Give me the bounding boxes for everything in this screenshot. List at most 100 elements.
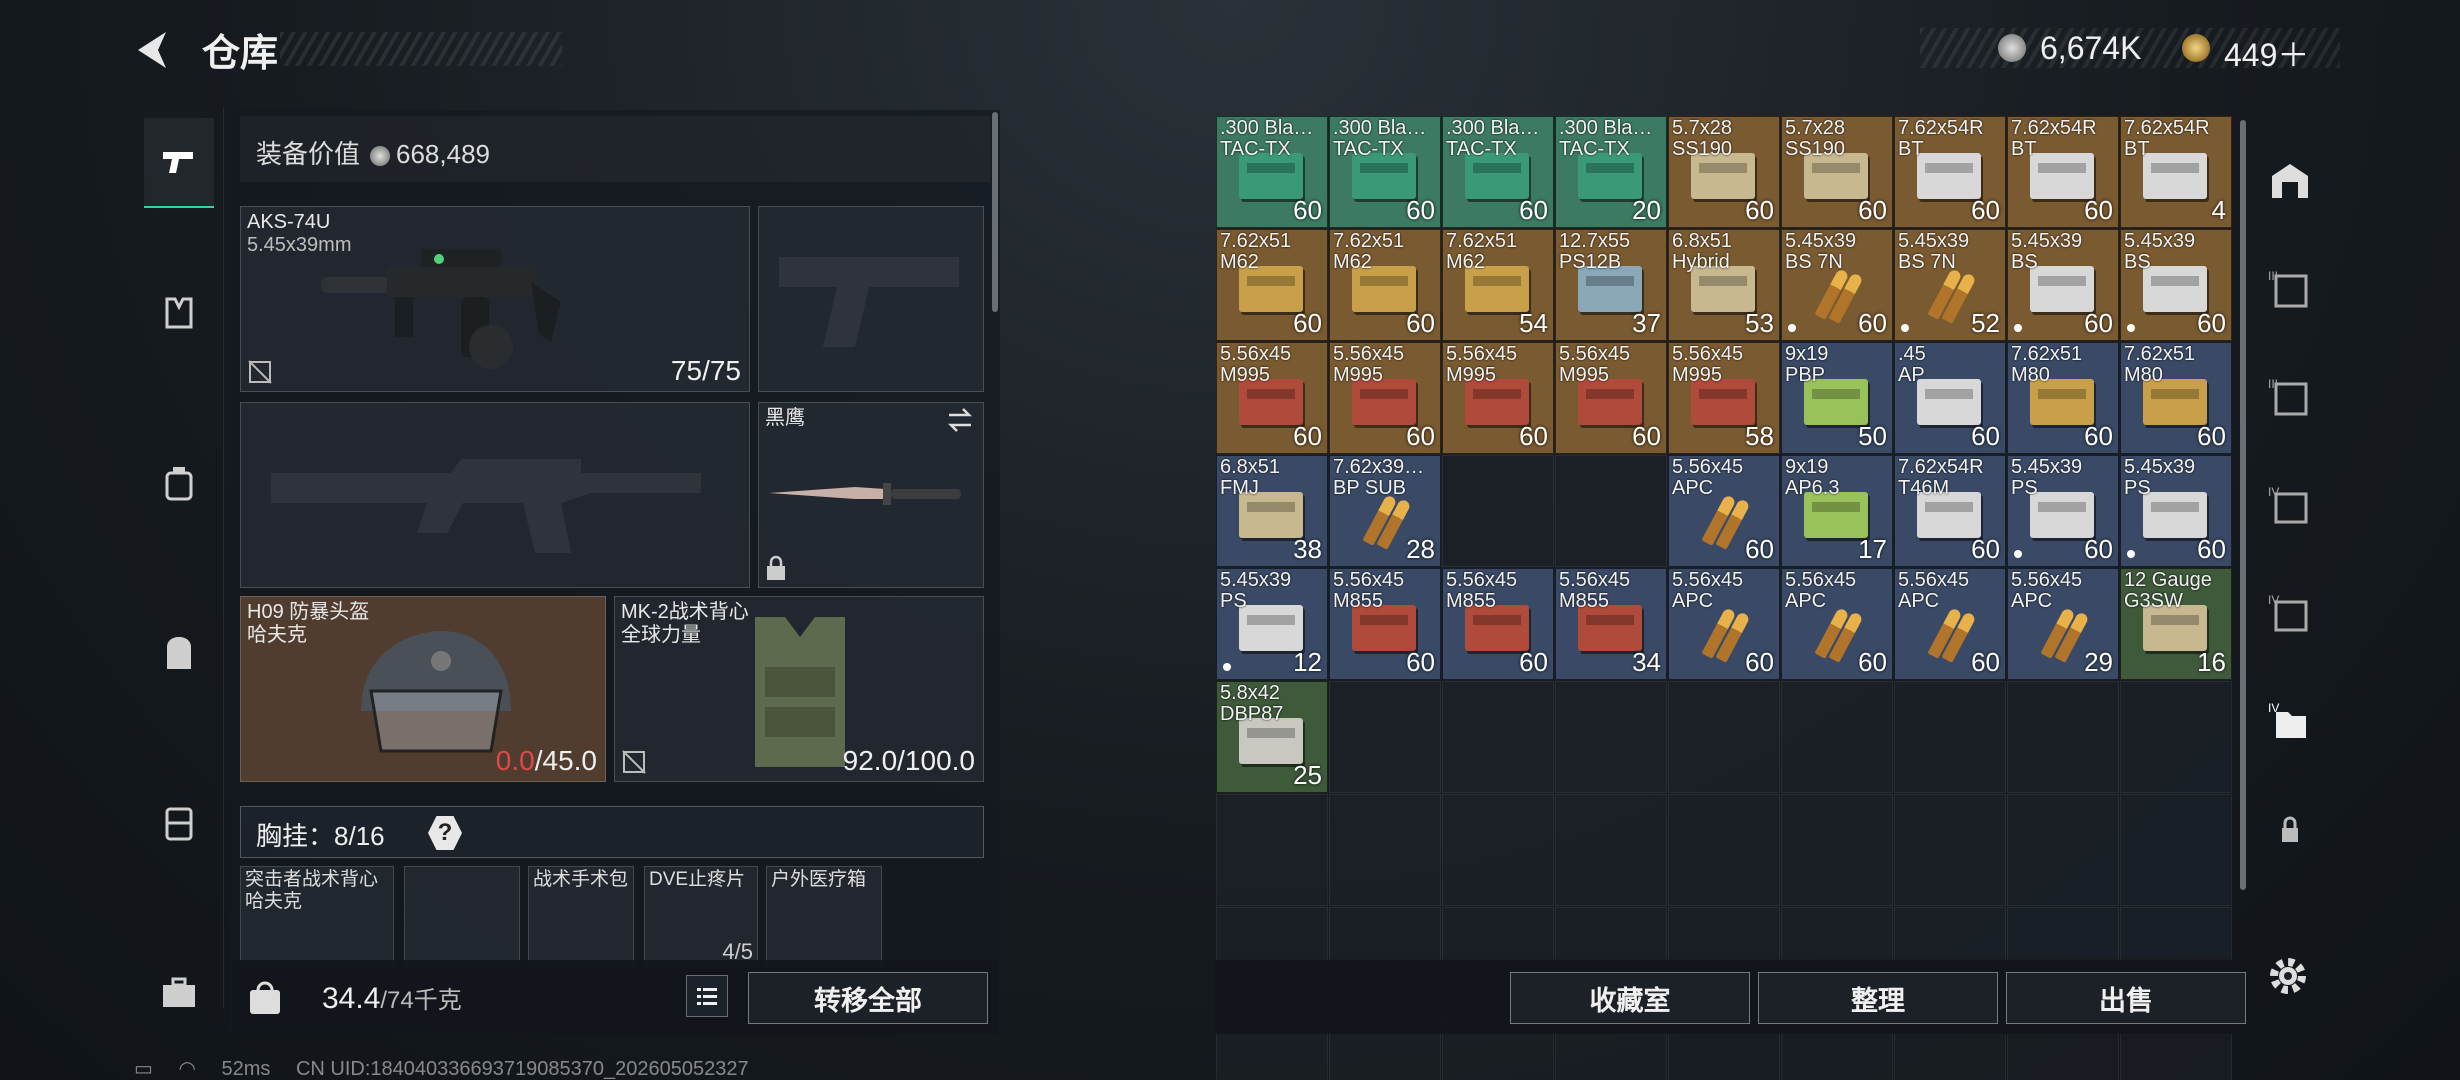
rig-slot-surgical-kit[interactable]: 战术手术包 — [528, 866, 634, 966]
stash-item-name: 7.62x51 M62 — [1333, 230, 1405, 273]
rnav-storage-4b[interactable]: IV — [2258, 582, 2322, 646]
slot-body-armor[interactable]: MK-2战术背心 全球力量 92.0/100.0 — [614, 596, 984, 782]
list-view-button[interactable] — [686, 975, 728, 1017]
stash-item[interactable]: 7.62x39… BP SUB 28 — [1329, 455, 1441, 567]
stash-empty-cell[interactable] — [1894, 681, 2006, 793]
rig-slot-vest[interactable]: 突击者战术背心 哈夫克 — [240, 866, 394, 966]
stash-item[interactable]: 9x19 PBP 50 — [1781, 342, 1893, 454]
rnav-storage-3[interactable]: III — [2258, 258, 2322, 322]
stash-empty-cell[interactable] — [1442, 455, 1554, 567]
stash-item[interactable]: 5.45x39 PS 60 — [2007, 455, 2119, 567]
stash-item[interactable]: 5.7x28 SS190 60 — [1781, 116, 1893, 228]
stash-empty-cell[interactable] — [1668, 681, 1780, 793]
stash-item[interactable]: .300 Bla… TAC-TX 60 — [1442, 116, 1554, 228]
nav-weapons[interactable] — [144, 118, 214, 208]
stash-item[interactable]: 12 Gauge G3SW 16 — [2120, 568, 2232, 680]
rig-slot-medkit[interactable]: 户外医疗箱 — [766, 866, 882, 966]
stash-item[interactable]: 5.45x39 BS 60 — [2120, 229, 2232, 341]
stash-item[interactable]: .45 AP 60 — [1894, 342, 2006, 454]
rnav-stash-home[interactable] — [2258, 150, 2322, 214]
stash-item[interactable]: 7.62x54R BT 60 — [2007, 116, 2119, 228]
stash-item[interactable]: 5.45x39 BS 7N 52 — [1894, 229, 2006, 341]
stash-item[interactable]: 9x19 AP6.3 17 — [1781, 455, 1893, 567]
stash-empty-cell[interactable] — [1329, 681, 1441, 793]
stash-empty-cell[interactable] — [2120, 794, 2232, 906]
stash-item[interactable]: .300 Bla… TAC-TX 60 — [1216, 116, 1328, 228]
stash-item[interactable]: 5.56x45 M995 60 — [1555, 342, 1667, 454]
stash-item[interactable]: 5.56x45 APC 29 — [2007, 568, 2119, 680]
stash-item[interactable]: 12.7x55 PS12B 37 — [1555, 229, 1667, 341]
stash-item[interactable]: 5.56x45 M995 58 — [1668, 342, 1780, 454]
stash-empty-cell[interactable] — [1216, 794, 1328, 906]
nav-toolbox[interactable] — [144, 948, 214, 1038]
slot-pistol[interactable] — [758, 206, 984, 392]
stash-item[interactable]: 7.62x54R BT 4 — [2120, 116, 2232, 228]
nav-armor[interactable] — [144, 438, 214, 528]
stash-item[interactable]: .300 Bla… TAC-TX 20 — [1555, 116, 1667, 228]
stash-item[interactable]: 6.8x51 Hybrid 53 — [1668, 229, 1780, 341]
nav-backpack[interactable] — [144, 608, 214, 698]
collection-room-button[interactable]: 收藏室 — [1510, 972, 1750, 1024]
slot-primary-weapon[interactable]: AKS-74U 5.45x39mm 75/75 — [240, 206, 750, 392]
stash-item[interactable]: 5.56x45 M995 60 — [1216, 342, 1328, 454]
settings-gear-icon[interactable] — [2264, 952, 2312, 1000]
transfer-all-button[interactable]: 转移全部 — [748, 972, 988, 1024]
stash-item[interactable]: 5.56x45 M995 60 — [1329, 342, 1441, 454]
swap-icon[interactable] — [945, 407, 975, 433]
gold-value[interactable]: 449＋ — [2224, 30, 2309, 76]
slot-secondary-weapon[interactable] — [240, 402, 750, 588]
stash-item[interactable]: 7.62x54R T46M 60 — [1894, 455, 2006, 567]
stash-item[interactable]: 5.45x39 PS 60 — [2120, 455, 2232, 567]
rig-slot-painkiller[interactable]: DVE止疼片 4/5 — [644, 866, 758, 966]
sort-button[interactable]: 整理 — [1758, 972, 1998, 1024]
stash-item[interactable]: 5.45x39 PS 12 — [1216, 568, 1328, 680]
stash-item[interactable]: 6.8x51 FMJ 38 — [1216, 455, 1328, 567]
slot-helmet[interactable]: H09 防暴头盔 哈夫克 0.0/45.0 — [240, 596, 606, 782]
sell-button[interactable]: 出售 — [2006, 972, 2246, 1024]
value-coin-icon — [370, 146, 391, 167]
stash-empty-cell[interactable] — [1555, 794, 1667, 906]
stash-item[interactable]: 7.62x51 M62 54 — [1442, 229, 1554, 341]
equipment-scrollbar[interactable] — [992, 112, 998, 312]
rnav-storage-3b[interactable]: III — [2258, 366, 2322, 430]
stash-item[interactable]: 5.45x39 BS 60 — [2007, 229, 2119, 341]
stash-empty-cell[interactable] — [1894, 794, 2006, 906]
stash-item[interactable]: 5.56x45 APC 60 — [1668, 568, 1780, 680]
rig-slot-empty[interactable] — [404, 866, 520, 966]
stash-item[interactable]: 5.7x28 SS190 60 — [1668, 116, 1780, 228]
stash-item[interactable]: 5.56x45 M995 60 — [1442, 342, 1554, 454]
back-arrow-icon[interactable] — [130, 28, 178, 72]
stash-empty-cell[interactable] — [1442, 794, 1554, 906]
stash-item[interactable]: 5.56x45 APC 60 — [1894, 568, 2006, 680]
stash-empty-cell[interactable] — [1555, 681, 1667, 793]
stash-item[interactable]: 5.8x42 DBP87 25 — [1216, 681, 1328, 793]
stash-item[interactable]: 7.62x51 M80 60 — [2007, 342, 2119, 454]
stash-empty-cell[interactable] — [1781, 681, 1893, 793]
stash-item[interactable]: 5.56x45 M855 34 — [1555, 568, 1667, 680]
stash-item[interactable]: 5.56x45 M855 60 — [1442, 568, 1554, 680]
rnav-storage-4[interactable]: IV — [2258, 474, 2322, 538]
stash-empty-cell[interactable] — [2120, 681, 2232, 793]
stash-item[interactable]: 7.62x51 M62 60 — [1216, 229, 1328, 341]
rnav-storage-4c[interactable]: IV — [2258, 690, 2322, 754]
stash-item[interactable]: 5.56x45 APC 60 — [1668, 455, 1780, 567]
stash-item[interactable]: 5.56x45 M855 60 — [1329, 568, 1441, 680]
stash-empty-cell[interactable] — [1781, 794, 1893, 906]
rnav-locked[interactable] — [2258, 798, 2322, 862]
stash-scrollbar[interactable] — [2240, 120, 2246, 890]
stash-item[interactable]: 7.62x51 M62 60 — [1329, 229, 1441, 341]
stash-item[interactable]: 5.56x45 APC 60 — [1781, 568, 1893, 680]
stash-item[interactable]: .300 Bla… TAC-TX 60 — [1329, 116, 1441, 228]
stash-empty-cell[interactable] — [1442, 681, 1554, 793]
stash-empty-cell[interactable] — [1329, 794, 1441, 906]
stash-empty-cell[interactable] — [1668, 794, 1780, 906]
nav-case[interactable] — [144, 778, 214, 868]
slot-melee[interactable]: 黑鹰 — [758, 402, 984, 588]
stash-empty-cell[interactable] — [2007, 681, 2119, 793]
nav-chest-rig[interactable] — [144, 268, 214, 358]
stash-item[interactable]: 5.45x39 BS 7N 60 — [1781, 229, 1893, 341]
stash-empty-cell[interactable] — [2007, 794, 2119, 906]
stash-empty-cell[interactable] — [1555, 455, 1667, 567]
stash-item[interactable]: 7.62x51 M80 60 — [2120, 342, 2232, 454]
stash-item[interactable]: 7.62x54R BT 60 — [1894, 116, 2006, 228]
